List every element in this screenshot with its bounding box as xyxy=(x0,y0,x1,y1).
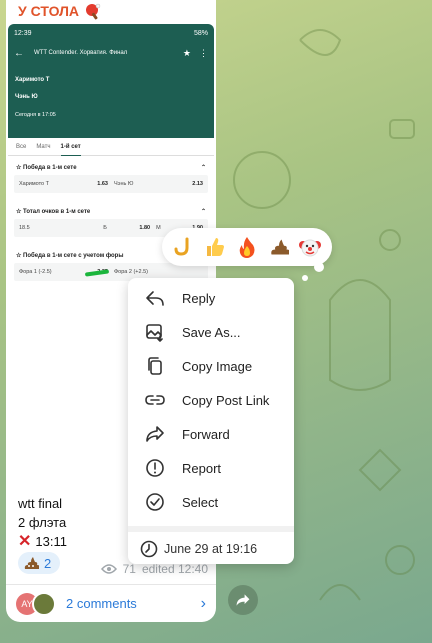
context-menu: Reply Save As... Copy Image Copy Post Li… xyxy=(128,278,294,564)
poop-emoji-icon xyxy=(270,239,289,255)
eye-icon xyxy=(100,564,117,574)
menu-item-label: Forward xyxy=(182,426,230,442)
reply-icon xyxy=(144,287,166,309)
chevron-right-icon: › xyxy=(200,594,206,612)
save-image-icon xyxy=(144,321,166,343)
share-arrow-icon xyxy=(236,594,250,606)
comments-button[interactable]: AY 2 comments › xyxy=(6,584,216,622)
image-match-header: ← WTT Contender. Хорватия. Финал ★ ⋮ Хари… xyxy=(8,42,214,138)
menu-item-label: Select xyxy=(182,494,219,510)
cross-mark-icon: ✕ xyxy=(18,533,32,550)
image-market-row: Харимото Т 1.63 Чэнь Ю 2.13 xyxy=(14,175,208,193)
menu-item-label: Copy Post Link xyxy=(182,392,270,408)
menu-item-copy-image[interactable]: Copy Image xyxy=(128,349,294,383)
reaction-chip-poop[interactable]: 2 xyxy=(18,552,60,574)
menu-item-copy-post-link[interactable]: Copy Post Link xyxy=(128,383,294,417)
post-line3: 13:11 xyxy=(35,534,67,549)
clown-emoji-reaction[interactable] xyxy=(298,235,322,259)
image-status-bar: 12:39 58% xyxy=(8,24,214,42)
reaction-picker[interactable] xyxy=(162,228,332,266)
share-post-button[interactable] xyxy=(228,585,258,615)
image-tab-set1: 1-й сет xyxy=(60,144,81,156)
channel-name[interactable]: У СТОЛА xyxy=(18,3,79,19)
image-player1: Харимото Т xyxy=(15,77,50,83)
image-tab-all: Все xyxy=(16,144,27,150)
poop-emoji-reaction[interactable] xyxy=(267,235,291,259)
image-status-battery: 58% xyxy=(193,29,208,37)
menu-post-date[interactable]: June 29 at 19:16 xyxy=(128,532,294,566)
forward-icon xyxy=(144,423,166,445)
post-text: wtt final 2 флэта ✕ 13:11 xyxy=(18,494,67,551)
thumbs-up-emoji-reaction[interactable] xyxy=(203,235,227,259)
avatar xyxy=(32,591,56,616)
menu-item-label: Reply xyxy=(182,290,216,306)
fire-emoji-reaction[interactable] xyxy=(235,235,259,259)
ping-pong-icon xyxy=(86,3,101,20)
menu-item-forward[interactable]: Forward xyxy=(128,417,294,451)
image-star-icon: ★ xyxy=(182,47,191,58)
image-status-time: 12:39 xyxy=(14,29,32,37)
post-line2: 2 флэта xyxy=(18,515,67,530)
link-icon xyxy=(144,389,166,411)
fire-emoji-icon xyxy=(239,237,255,258)
hook-emoji-icon xyxy=(174,237,189,256)
image-tab-match: Матч xyxy=(36,144,51,150)
menu-item-report[interactable]: Report xyxy=(128,451,294,485)
select-check-icon xyxy=(144,491,166,513)
reaction-bubble-tail xyxy=(302,275,308,281)
hook-emoji-reaction[interactable] xyxy=(172,235,196,259)
clock-check-icon xyxy=(140,540,158,558)
comments-label: 2 comments xyxy=(66,596,137,611)
image-match-date: Сегодня в 17:05 xyxy=(15,112,56,118)
menu-item-select[interactable]: Select xyxy=(128,485,294,519)
report-icon xyxy=(144,457,166,479)
image-event-title: WTT Contender. Хорватия. Финал xyxy=(34,50,128,56)
image-market-header: ☆ Победа в 1-м сете ⌃ xyxy=(16,164,206,171)
menu-item-save-as[interactable]: Save As... xyxy=(128,315,294,349)
clown-emoji-icon xyxy=(299,239,322,257)
copy-icon xyxy=(144,355,166,377)
menu-date-label: June 29 at 19:16 xyxy=(164,542,258,556)
post-line1: wtt final xyxy=(18,496,63,511)
channel-title[interactable]: У СТОЛА xyxy=(18,2,101,20)
reaction-count: 2 xyxy=(44,555,52,571)
reaction-bubble-tail xyxy=(314,262,324,272)
image-back-arrow-icon: ← xyxy=(14,47,24,59)
image-more-icon: ⋮ xyxy=(199,47,208,58)
image-market-header: ☆ Тотал очков в 1-м сете ⌃ xyxy=(16,208,206,215)
menu-item-label: Copy Image xyxy=(182,358,253,374)
menu-item-label: Report xyxy=(182,460,222,476)
menu-item-label: Save As... xyxy=(182,324,241,340)
poop-emoji-icon xyxy=(24,557,39,569)
menu-item-reply[interactable]: Reply xyxy=(128,281,294,315)
image-tabs: Все Матч 1-й сет xyxy=(8,138,214,156)
image-player2: Чэнь Ю xyxy=(15,94,38,100)
thumbs-up-emoji-icon xyxy=(207,238,225,256)
